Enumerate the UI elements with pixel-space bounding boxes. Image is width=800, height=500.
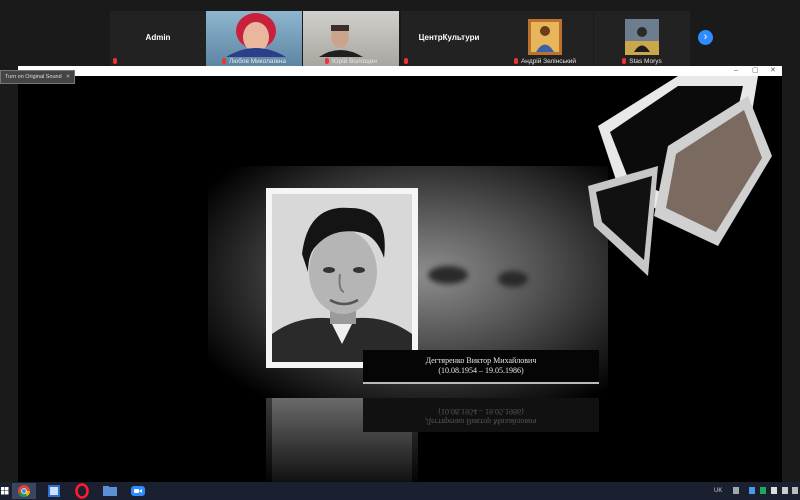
chevron-right-icon[interactable]: ›: [698, 30, 713, 45]
person-name-reflection: Дегтяренко Виктор Михайлович: [425, 417, 537, 426]
participant-tile-video[interactable]: Юрій Волощин: [303, 11, 399, 66]
participant-name: Юрій Волощин: [332, 58, 377, 65]
avatar: [625, 19, 659, 55]
windows-taskbar: UK: [0, 482, 800, 500]
minimize-button[interactable]: –: [734, 66, 738, 76]
maximize-button[interactable]: ▢: [752, 66, 759, 76]
mic-muted-icon: [113, 58, 117, 64]
avatar: [528, 19, 562, 55]
participant-tile-avatar[interactable]: Stas Morys: [594, 11, 690, 66]
volume-icon[interactable]: [782, 487, 788, 494]
memorial-caption: Дегтяренко Виктор Михайлович (10.08.1954…: [363, 350, 599, 384]
film-strip-decoration: [588, 76, 772, 276]
language-indicator[interactable]: UK: [714, 482, 722, 500]
participant-tile-admin[interactable]: Admin: [110, 11, 206, 66]
mic-muted-icon: [325, 58, 330, 64]
mic-muted-icon: [513, 58, 518, 64]
stage-divider: [363, 382, 599, 384]
zoom-icon[interactable]: [126, 483, 150, 499]
close-icon[interactable]: ✕: [66, 74, 71, 80]
tooltip-text: Turn on Original Sound: [5, 74, 62, 80]
participant-name: Любов Миколаївна: [228, 58, 287, 65]
participant-tile-centr[interactable]: ЦентрКультури: [401, 11, 497, 66]
participant-name: Stas Morys: [629, 58, 662, 65]
caption-reflection: Дегтяренко Виктор Михайлович (10.08.1954…: [363, 398, 599, 432]
network-icon[interactable]: [749, 487, 755, 494]
participant-tile-avatar[interactable]: Андрій Зелінський: [497, 11, 593, 66]
chrome-icon[interactable]: [12, 483, 36, 499]
sync-icon[interactable]: [760, 487, 766, 494]
mic-muted-icon: [404, 58, 408, 64]
participant-tile-video[interactable]: Любов Миколаївна: [206, 11, 302, 66]
portrait-photo: [266, 188, 418, 368]
mic-muted-icon: [221, 58, 226, 64]
notification-icon[interactable]: [792, 487, 798, 494]
mic-muted-icon: [622, 58, 627, 64]
keyboard-icon[interactable]: [733, 487, 739, 494]
portrait-image: [272, 194, 412, 362]
participant-name: ЦентрКультури: [418, 33, 480, 42]
original-sound-tooltip[interactable]: Turn on Original Sound ✕: [0, 70, 76, 84]
participant-video: [226, 13, 286, 57]
battery-icon[interactable]: [771, 487, 777, 494]
shared-window-titlebar: – ▢ ✕: [18, 66, 782, 76]
participant-video: [319, 25, 363, 57]
person-dates: (10.08.1954 – 19.05.1986): [438, 366, 524, 375]
participant-name: Андрій Зелінський: [520, 58, 577, 65]
file-explorer-icon[interactable]: [42, 483, 66, 499]
person-name: Дегтяренко Виктор Михайлович: [425, 356, 537, 365]
participant-name: Admin: [145, 33, 171, 42]
person-dates-reflection: (10.08.1954 – 19.05.1986): [438, 407, 524, 416]
participant-gallery-strip: Admin Любов Миколаївна Юрій Волощин Цент…: [0, 0, 800, 66]
folder-icon[interactable]: [98, 483, 122, 499]
close-button[interactable]: ✕: [770, 66, 776, 76]
opera-icon[interactable]: [70, 483, 94, 499]
shared-screen-slide: Дегтяренко Виктор Михайлович (10.08.1954…: [18, 76, 782, 482]
start-icon[interactable]: [0, 483, 10, 499]
